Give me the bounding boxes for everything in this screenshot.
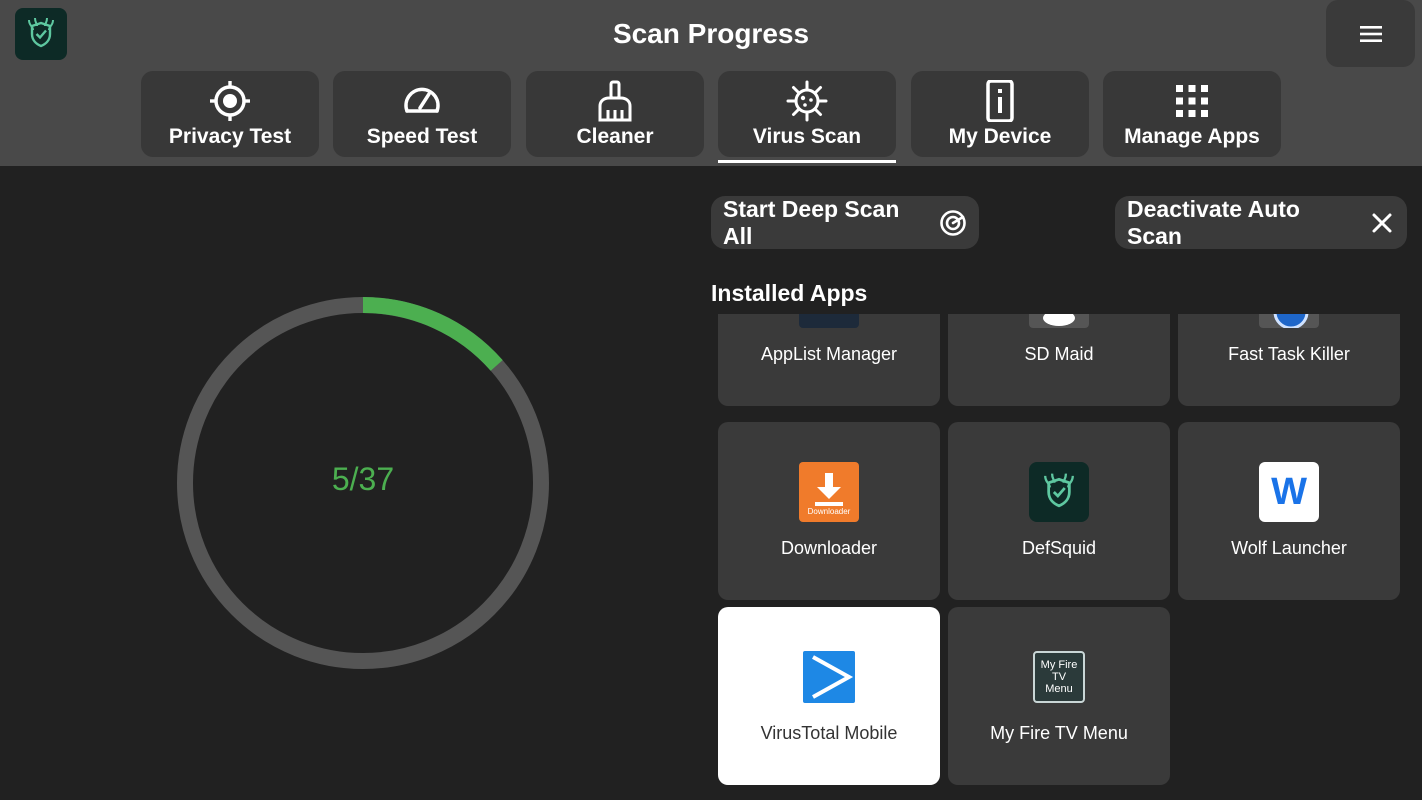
app-card-wolf-launcher[interactable]: W Wolf Launcher (1178, 422, 1400, 600)
installed-apps-heading: Installed Apps (711, 280, 868, 306)
fire-tv-menu-icon: My Fire TV Menu (1033, 651, 1085, 703)
app-card-sd-maid[interactable]: SD Maid (948, 314, 1170, 406)
tab-manage-apps[interactable]: Manage Apps (1103, 71, 1281, 157)
app-label: SD Maid (1024, 344, 1094, 364)
downloader-icon-text: Downloader (807, 506, 851, 516)
radar-icon (939, 209, 967, 237)
deactivate-auto-scan-label: Deactivate Auto Scan (1127, 195, 1300, 249)
tab-cleaner[interactable]: Cleaner (526, 71, 704, 157)
wolf-launcher-icon-letter: W (1271, 470, 1307, 513)
page-title: Scan Progress (612, 18, 810, 49)
app-label: Wolf Launcher (1231, 538, 1347, 558)
tab-speed-test[interactable]: Speed Test (333, 71, 511, 157)
app-label: Fast Task Killer (1228, 344, 1350, 364)
menu-button[interactable] (1326, 0, 1415, 67)
tab-label: Speed Test (366, 125, 478, 148)
tab-label: Manage Apps (1124, 125, 1260, 148)
defsquid-icon (1029, 462, 1089, 522)
scan-progress-count: 5/37 (331, 461, 395, 497)
app-card-applist-manager[interactable]: AppList Manager (718, 314, 940, 406)
start-deep-scan-label: Start Deep Scan All (723, 195, 900, 249)
tab-label: My Device (948, 125, 1052, 148)
grid-icon (1174, 79, 1210, 123)
fire-tv-menu-icon-text: My Fire TV Menu (1040, 659, 1078, 695)
app-card-my-fire-tv-menu[interactable]: My Fire TV Menu My Fire TV Menu (948, 607, 1170, 785)
top-bar: Scan Progress Privacy Test Speed Test Cl… (0, 0, 1422, 166)
installed-apps-grid[interactable]: AppList Manager SD Maid Fast Task Killer… (711, 314, 1422, 800)
wolf-launcher-icon: W (1259, 462, 1319, 522)
app-label: AppList Manager (760, 344, 898, 364)
app-label: Downloader (780, 538, 878, 558)
app-card-virustotal-mobile[interactable]: VirusTotal Mobile (718, 607, 940, 785)
tab-label: Privacy Test (168, 125, 292, 148)
virus-icon (786, 79, 828, 123)
crosshair-icon (209, 79, 251, 123)
tab-virus-scan[interactable]: Virus Scan (718, 71, 896, 163)
deactivate-auto-scan-button[interactable]: Deactivate Auto Scan (1115, 196, 1407, 249)
tab-privacy-test[interactable]: Privacy Test (141, 71, 319, 157)
broom-icon (594, 79, 636, 123)
start-deep-scan-button[interactable]: Start Deep Scan All (711, 196, 979, 249)
app-label: My Fire TV Menu (990, 723, 1128, 743)
app-card-defsquid[interactable]: DefSquid (948, 422, 1170, 600)
virustotal-icon (803, 651, 855, 703)
applist-manager-icon (799, 314, 859, 328)
tab-my-device[interactable]: My Device (911, 71, 1089, 157)
device-icon (979, 79, 1021, 123)
speedometer-icon (401, 79, 443, 123)
download-arrow-icon (815, 472, 843, 506)
active-tab-indicator (718, 160, 896, 163)
hamburger-menu-icon (1359, 25, 1382, 42)
close-icon (1369, 210, 1395, 236)
app-card-fast-task-killer[interactable]: Fast Task Killer (1178, 314, 1400, 406)
app-label: VirusTotal Mobile (760, 723, 898, 743)
fast-task-killer-icon (1259, 314, 1319, 328)
downloader-icon: Downloader (799, 462, 859, 522)
app-label: DefSquid (1021, 538, 1097, 558)
tab-label: Virus Scan (752, 125, 862, 148)
app-card-downloader[interactable]: Downloader Downloader (718, 422, 940, 600)
sd-maid-icon (1029, 314, 1089, 328)
tab-label: Cleaner (576, 125, 654, 148)
